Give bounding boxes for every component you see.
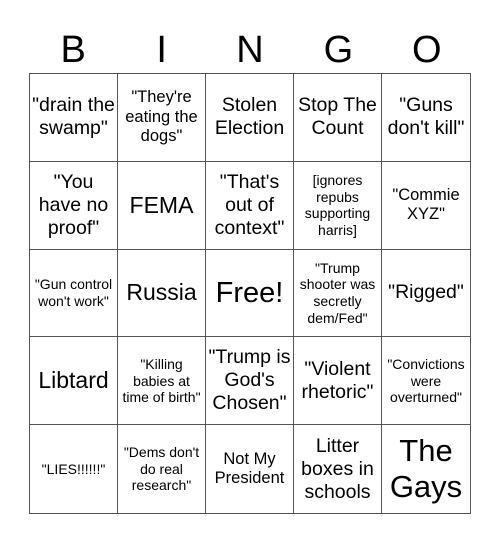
cell-label: "Guns don't kill" <box>387 94 465 140</box>
cell-label: "Rigged" <box>388 281 464 304</box>
cell-label: "Dems don't do real research" <box>123 444 200 494</box>
cell-label: "Gun control won't work" <box>34 276 113 309</box>
bingo-cell[interactable]: "Commie XYZ" <box>382 162 470 250</box>
bingo-cell[interactable]: "Dems don't do real research" <box>118 425 206 513</box>
cell-label: Stop The Count <box>298 94 377 140</box>
bingo-cell[interactable]: "Gun control won't work" <box>30 249 118 338</box>
cell-label: "Violent rhetoric" <box>301 357 374 403</box>
header-letter-i: I <box>156 29 167 71</box>
bingo-cell[interactable]: "Guns don't kill" <box>382 74 470 162</box>
bingo-cell[interactable]: Not My President <box>206 425 294 513</box>
bingo-cell[interactable]: "Convictions were overturned" <box>382 337 470 426</box>
cell-label: Not My President <box>214 449 285 488</box>
bingo-cell[interactable]: "That's out of context" <box>206 161 294 250</box>
bingo-cell[interactable]: "Rigged" <box>382 250 470 338</box>
cell-label: [ignores repubs supporting harris] <box>304 172 371 238</box>
cell-label: The Gays <box>389 433 463 505</box>
cell-label: "You have no proof" <box>38 170 109 239</box>
bingo-cell[interactable]: Libtard <box>30 337 118 426</box>
cell-label: "drain the swamp" <box>32 94 115 140</box>
cell-label: Stolen Election <box>214 94 285 140</box>
bingo-cell[interactable]: "They're eating the dogs" <box>118 74 206 162</box>
bingo-cell[interactable]: "drain the swamp" <box>30 74 118 162</box>
bingo-cell[interactable]: [ignores repubs supporting harris] <box>294 161 382 250</box>
header-letter-b: B <box>60 29 86 71</box>
bingo-cell[interactable]: Stolen Election <box>206 74 294 162</box>
bingo-grid: "drain the swamp" "They're eating the dog… <box>29 73 471 514</box>
cell-label: "Convictions were overturned" <box>387 356 465 406</box>
cell-label: Free! <box>215 276 284 309</box>
cell-label: "That's out of context" <box>214 170 285 239</box>
cell-label: Litter boxes in schools <box>301 434 374 503</box>
cell-label: "Killing babies at time of birth" <box>122 356 201 406</box>
cell-label: "LIES!!!!!!" <box>41 460 106 477</box>
cell-label: "They're eating the dogs" <box>125 88 198 146</box>
bingo-cell[interactable]: "Killing babies at time of birth" <box>118 337 206 426</box>
bingo-header: B I N G O <box>29 28 471 72</box>
bingo-cell[interactable]: "Violent rhetoric" <box>294 337 382 426</box>
header-letter-o: O <box>412 29 442 71</box>
header-letter-g: G <box>323 29 354 71</box>
header-letter-n: N <box>236 29 264 71</box>
bingo-cell[interactable]: Russia <box>118 249 206 338</box>
bingo-cell[interactable]: Litter boxes in schools <box>294 425 382 513</box>
bingo-cell[interactable]: "LIES!!!!!!" <box>30 425 118 513</box>
cell-label: "Trump is God's Chosen" <box>208 346 291 415</box>
bingo-cell[interactable]: "Trump shooter was secretly dem/Fed" <box>294 249 382 338</box>
bingo-cell[interactable]: "You have no proof" <box>30 161 118 250</box>
bingo-cell[interactable]: FEMA <box>118 161 206 250</box>
cell-label: Russia <box>126 279 197 306</box>
bingo-cell[interactable]: The Gays <box>382 425 470 513</box>
bingo-cell[interactable]: Stop The Count <box>294 74 382 162</box>
cell-label: "Trump shooter was secretly dem/Fed" <box>299 259 376 326</box>
free-space-cell[interactable]: Free! <box>206 249 294 338</box>
cell-label: FEMA <box>129 191 194 218</box>
cell-label: "Commie XYZ" <box>392 185 460 224</box>
cell-label: Libtard <box>38 367 109 394</box>
bingo-cell[interactable]: "Trump is God's Chosen" <box>206 337 294 426</box>
